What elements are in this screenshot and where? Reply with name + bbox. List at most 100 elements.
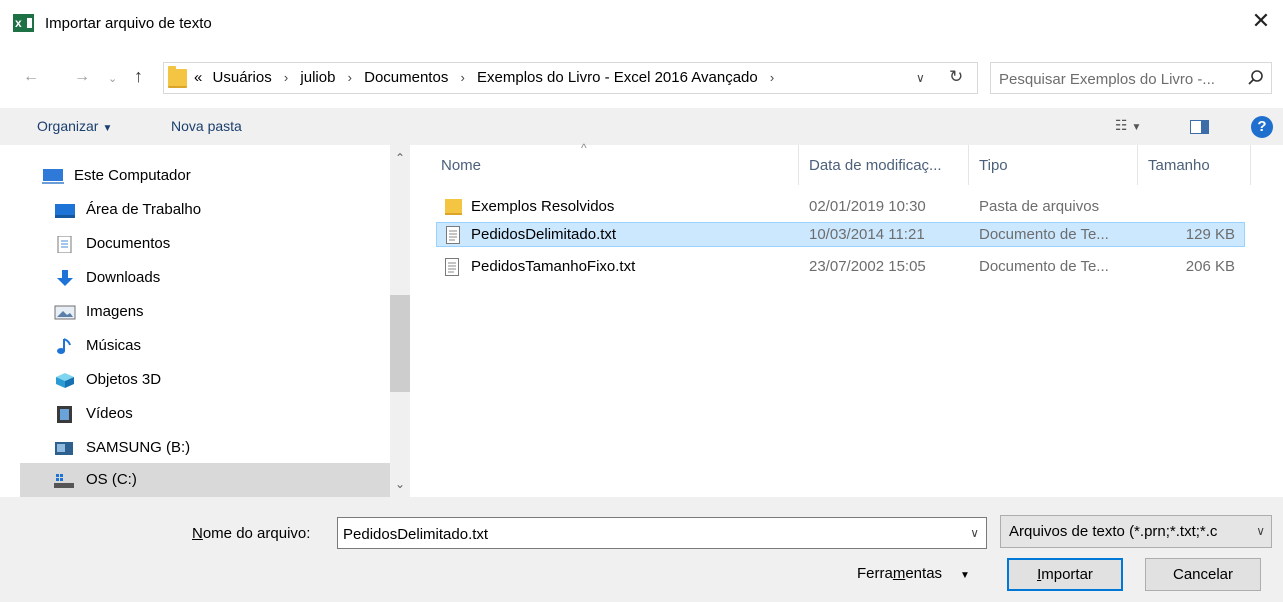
file-row[interactable]: PedidosTamanhoFixo.txt 23/07/2002 15:05 …	[436, 255, 1245, 280]
file-date: 23/07/2002 15:05	[809, 258, 926, 275]
tools-label-accelerator: m	[892, 565, 906, 582]
breadcrumb-item[interactable]: juliob	[300, 69, 335, 86]
filetype-value: Arquivos de texto (*.prn;*.txt;*.c	[1009, 523, 1218, 540]
sidebar-item-label: Vídeos	[86, 405, 133, 422]
column-header-size[interactable]: Tamanho	[1148, 157, 1210, 174]
tools-label-pre: Ferra	[857, 565, 893, 582]
breadcrumb-item[interactable]: Usuários	[213, 69, 272, 86]
organize-menu[interactable]: Organizar ▼	[37, 118, 112, 134]
column-header-name[interactable]: Nome	[441, 157, 481, 174]
help-icon[interactable]: ?	[1251, 116, 1273, 138]
breadcrumb-item[interactable]: Documentos	[364, 69, 448, 86]
sidebar-item-downloads[interactable]: Downloads	[20, 261, 390, 295]
navigation-scrollbar[interactable]: ⌃ ⌄	[390, 145, 410, 497]
column-divider[interactable]	[1250, 145, 1251, 185]
sidebar-item-videos[interactable]: Vídeos	[20, 397, 390, 431]
scroll-down-arrow-icon[interactable]: ⌄	[395, 477, 405, 491]
up-arrow-icon[interactable]: ↑	[134, 66, 143, 87]
sidebar-item-musicas[interactable]: Músicas	[20, 329, 390, 363]
sidebar-item-label: Área de Trabalho	[86, 201, 202, 218]
sidebar-item-imagens[interactable]: Imagens	[20, 295, 390, 329]
breadcrumb: « Usuários › juliob › Documentos › Exemp…	[194, 69, 782, 86]
chevron-right-icon[interactable]: ›	[348, 70, 352, 85]
navigation-bar: ← → ⌄ ↑ « Usuários › juliob › Documentos…	[0, 62, 1283, 96]
sidebar-item-label: SAMSUNG (B:)	[86, 439, 191, 456]
file-type: Pasta de arquivos	[979, 198, 1100, 215]
breadcrumb-overflow[interactable]: «	[194, 69, 202, 86]
folder-icon	[445, 199, 462, 215]
chevron-right-icon[interactable]: ›	[770, 70, 774, 85]
chevron-down-icon[interactable]: ∨	[970, 526, 979, 540]
sidebar-item-label: Músicas	[86, 337, 142, 354]
text-file-icon	[445, 258, 459, 276]
new-folder-button[interactable]: Nova pasta	[171, 118, 242, 134]
sort-ascending-icon: ^	[581, 141, 587, 155]
sidebar-item-label: Este Computador	[74, 167, 191, 184]
3d-objects-icon	[56, 373, 74, 388]
import-button[interactable]: Importar	[1007, 558, 1123, 591]
close-button[interactable]: ✕	[1249, 10, 1273, 34]
refresh-icon[interactable]: ↻	[949, 67, 963, 87]
cancel-button[interactable]: Cancelar	[1145, 558, 1261, 591]
file-size: 129 KB	[1185, 226, 1235, 243]
column-header-date[interactable]: Data de modificaç...	[809, 157, 942, 174]
filename-label-accelerator: N	[192, 525, 203, 542]
computer-icon	[42, 169, 64, 184]
breadcrumb-item[interactable]: Exemplos do Livro - Excel 2016 Avançado	[477, 69, 758, 86]
sidebar-item-label: Downloads	[86, 269, 161, 286]
column-divider[interactable]	[1137, 145, 1138, 185]
search-icon[interactable]	[1247, 69, 1265, 87]
sidebar-item-label: Objetos 3D	[86, 371, 162, 388]
sidebar-item-label: Documentos	[86, 235, 171, 252]
file-row-selected[interactable]: PedidosDelimitado.txt 10/03/2014 11:21 D…	[436, 222, 1245, 247]
file-name: PedidosTamanhoFixo.txt	[471, 258, 636, 275]
downloads-icon	[57, 270, 73, 286]
folder-icon	[168, 66, 187, 88]
preview-pane-icon[interactable]	[1190, 120, 1209, 134]
file-date: 02/01/2019 10:30	[809, 198, 926, 215]
forward-arrow-icon[interactable]: →	[74, 68, 90, 86]
sidebar-item-samsung[interactable]: SAMSUNG (B:)	[20, 431, 390, 465]
file-row[interactable]: Exemplos Resolvidos 02/01/2019 10:30 Pas…	[436, 195, 1245, 220]
recent-locations-chevron-icon[interactable]: ⌄	[108, 72, 117, 85]
sidebar-item-documentos[interactable]: Documentos	[20, 227, 390, 261]
sidebar-item-objetos-3d[interactable]: Objetos 3D	[20, 363, 390, 397]
drive-icon	[55, 442, 73, 455]
address-history-chevron-icon[interactable]: ∨	[916, 71, 925, 85]
sidebar-item-area-de-trabalho[interactable]: Área de Trabalho	[20, 193, 390, 227]
column-divider[interactable]	[798, 145, 799, 185]
caret-down-icon: ▼	[960, 570, 970, 581]
scroll-up-arrow-icon[interactable]: ⌃	[395, 151, 405, 165]
sidebar-item-os-c[interactable]: OS (C:)	[20, 463, 390, 497]
system-drive-icon	[54, 474, 74, 488]
column-header-type[interactable]: Tipo	[979, 157, 1008, 174]
chevron-right-icon[interactable]: ›	[284, 70, 288, 85]
filename-label: Nome do arquivo:	[192, 525, 310, 542]
command-toolbar: Organizar ▼ Nova pasta ☷ ▼ ?	[0, 108, 1283, 145]
search-box[interactable]	[990, 62, 1272, 94]
filetype-select[interactable]: Arquivos de texto (*.prn;*.txt;*.c ∨	[1000, 515, 1272, 548]
videos-icon	[57, 406, 72, 423]
scrollbar-thumb[interactable]	[390, 295, 410, 392]
back-arrow-icon[interactable]: ←	[23, 68, 39, 86]
address-bar[interactable]: « Usuários › juliob › Documentos › Exemp…	[163, 62, 978, 94]
chevron-right-icon[interactable]: ›	[461, 70, 465, 85]
desktop-icon	[55, 204, 75, 218]
filename-combobox[interactable]: ∨	[337, 517, 987, 549]
tools-menu[interactable]: Ferramentas ▼	[857, 565, 970, 582]
pictures-icon	[54, 305, 76, 320]
title-bar: x Importar arquivo de texto ✕	[0, 0, 1283, 46]
file-type: Documento de Te...	[979, 258, 1109, 275]
excel-icon: x	[13, 14, 34, 32]
chevron-down-icon: ∨	[1256, 524, 1265, 538]
column-divider[interactable]	[968, 145, 969, 185]
navigation-pane: Este Computador Área de Trabalho Documen…	[20, 145, 390, 497]
music-icon	[57, 338, 71, 354]
sidebar-item-este-computador[interactable]: Este Computador	[20, 159, 390, 193]
filename-input[interactable]	[343, 524, 943, 544]
file-date: 10/03/2014 11:21	[809, 226, 925, 243]
search-input[interactable]	[999, 69, 1239, 89]
sidebar-item-label: OS (C:)	[86, 471, 137, 488]
view-options-icon[interactable]: ☷ ▼	[1115, 117, 1141, 134]
file-type: Documento de Te...	[979, 226, 1109, 243]
